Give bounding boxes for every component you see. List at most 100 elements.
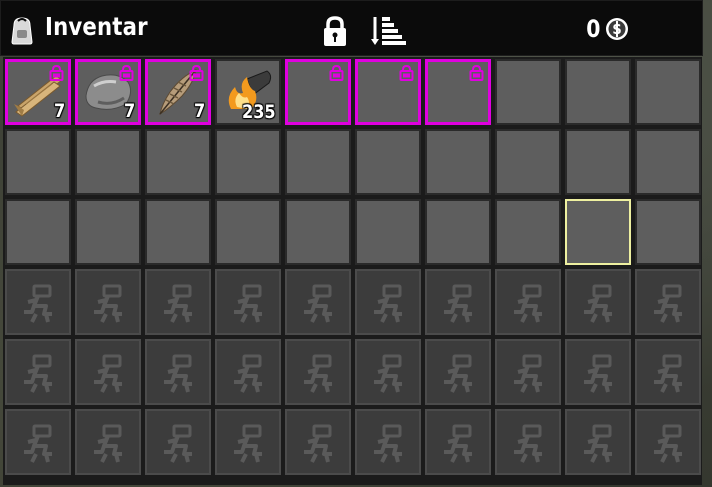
locked-slot-icon — [94, 424, 122, 463]
item-count: 235 — [242, 101, 276, 123]
slot-lock-icon — [119, 64, 134, 81]
locked-slot-icon — [444, 354, 472, 393]
locked-inventory-slot — [285, 339, 351, 405]
locked-slot-icon — [304, 424, 332, 463]
inventory-slot[interactable] — [145, 129, 211, 195]
slot-lock-icon — [329, 64, 344, 81]
locked-inventory-slot — [145, 339, 211, 405]
locked-slot-icon — [654, 424, 682, 463]
locked-inventory-slot — [495, 269, 561, 335]
slot-lock-icon — [399, 64, 414, 81]
inventory-slot[interactable] — [495, 129, 561, 195]
locked-slot-icon — [374, 284, 402, 323]
locked-slot-icon — [24, 284, 52, 323]
locked-inventory-slot — [565, 409, 631, 475]
inventory-slot[interactable] — [565, 199, 631, 265]
locked-slot-icon — [514, 424, 542, 463]
locked-slot-icon — [164, 354, 192, 393]
locked-inventory-slot — [75, 339, 141, 405]
locked-inventory-slot — [355, 339, 421, 405]
locked-slot-icon — [584, 284, 612, 323]
locked-slot-icon — [94, 354, 122, 393]
locked-inventory-slot — [425, 339, 491, 405]
locked-slot-icon — [234, 424, 262, 463]
inventory-slot[interactable]: 7 — [145, 59, 211, 125]
locked-slot-icon — [304, 354, 332, 393]
inventory-slot[interactable] — [495, 59, 561, 125]
inventory-slot[interactable] — [285, 129, 351, 195]
locked-slot-icon — [654, 284, 682, 323]
inventory-slot[interactable] — [425, 129, 491, 195]
locked-slot-icon — [94, 284, 122, 323]
locked-inventory-slot — [635, 269, 701, 335]
inventory-slot[interactable] — [145, 199, 211, 265]
inventory-slot[interactable] — [635, 59, 701, 125]
locked-inventory-slot — [285, 409, 351, 475]
locked-slot-icon — [24, 354, 52, 393]
locked-slot-icon — [24, 424, 52, 463]
inventory-slot[interactable]: 7 — [75, 59, 141, 125]
inventory-slot[interactable] — [215, 199, 281, 265]
game-screen: Inventar 0 S — [0, 0, 712, 487]
slot-lock-icon — [49, 64, 64, 81]
inventory-slot[interactable] — [355, 129, 421, 195]
locked-inventory-slot — [355, 409, 421, 475]
inventory-slot[interactable] — [565, 129, 631, 195]
locked-inventory-slot — [425, 269, 491, 335]
locked-slot-icon — [164, 424, 192, 463]
lock-slots-button[interactable] — [319, 14, 351, 48]
inventory-slot[interactable] — [635, 199, 701, 265]
inventory-slot[interactable]: 7 — [5, 59, 71, 125]
inventory-slot[interactable] — [285, 199, 351, 265]
locked-slot-icon — [234, 354, 262, 393]
inventory-grid: 7 7 7 235 — [3, 57, 702, 485]
inventory-slot[interactable] — [75, 129, 141, 195]
inventory-header: Inventar 0 S — [0, 0, 703, 56]
locked-inventory-slot — [355, 269, 421, 335]
locked-inventory-slot — [5, 409, 71, 475]
locked-inventory-slot — [495, 339, 561, 405]
locked-inventory-slot — [215, 269, 281, 335]
inventory-slot[interactable] — [75, 199, 141, 265]
locked-inventory-slot — [495, 409, 561, 475]
locked-inventory-slot — [5, 269, 71, 335]
inventory-title: Inventar — [45, 12, 148, 41]
locked-slot-icon — [654, 354, 682, 393]
locked-slot-icon — [584, 354, 612, 393]
inventory-slot[interactable] — [355, 59, 421, 125]
item-count: 7 — [193, 100, 205, 122]
currency-display: 0 S — [585, 13, 629, 45]
locked-inventory-slot — [5, 339, 71, 405]
locked-slot-icon — [304, 284, 332, 323]
locked-slot-icon — [514, 284, 542, 323]
locked-slot-icon — [444, 284, 472, 323]
inventory-slot[interactable] — [495, 199, 561, 265]
locked-inventory-slot — [425, 409, 491, 475]
inventory-slot[interactable] — [425, 59, 491, 125]
slot-lock-icon — [189, 64, 204, 81]
locked-inventory-slot — [75, 269, 141, 335]
dukes-coin-icon: S — [605, 18, 628, 40]
inventory-slot[interactable] — [635, 129, 701, 195]
locked-slot-icon — [234, 284, 262, 323]
inventory-slot[interactable] — [285, 59, 351, 125]
inventory-slot[interactable] — [5, 199, 71, 265]
locked-inventory-slot — [635, 409, 701, 475]
sort-inventory-button[interactable] — [370, 15, 406, 47]
item-count: 7 — [53, 100, 65, 122]
inventory-slot[interactable] — [425, 199, 491, 265]
locked-slot-icon — [374, 424, 402, 463]
inventory-slot[interactable] — [355, 199, 421, 265]
locked-inventory-slot — [215, 409, 281, 475]
locked-slot-icon — [374, 354, 402, 393]
locked-inventory-slot — [215, 339, 281, 405]
locked-slot-icon — [164, 284, 192, 323]
inventory-slot[interactable]: 235 — [215, 59, 281, 125]
slot-lock-icon — [469, 64, 484, 81]
inventory-slot[interactable] — [565, 59, 631, 125]
locked-slot-icon — [514, 354, 542, 393]
inventory-slot[interactable] — [5, 129, 71, 195]
inventory-slot[interactable] — [215, 129, 281, 195]
item-count: 7 — [123, 100, 135, 122]
backpack-icon — [11, 17, 33, 45]
